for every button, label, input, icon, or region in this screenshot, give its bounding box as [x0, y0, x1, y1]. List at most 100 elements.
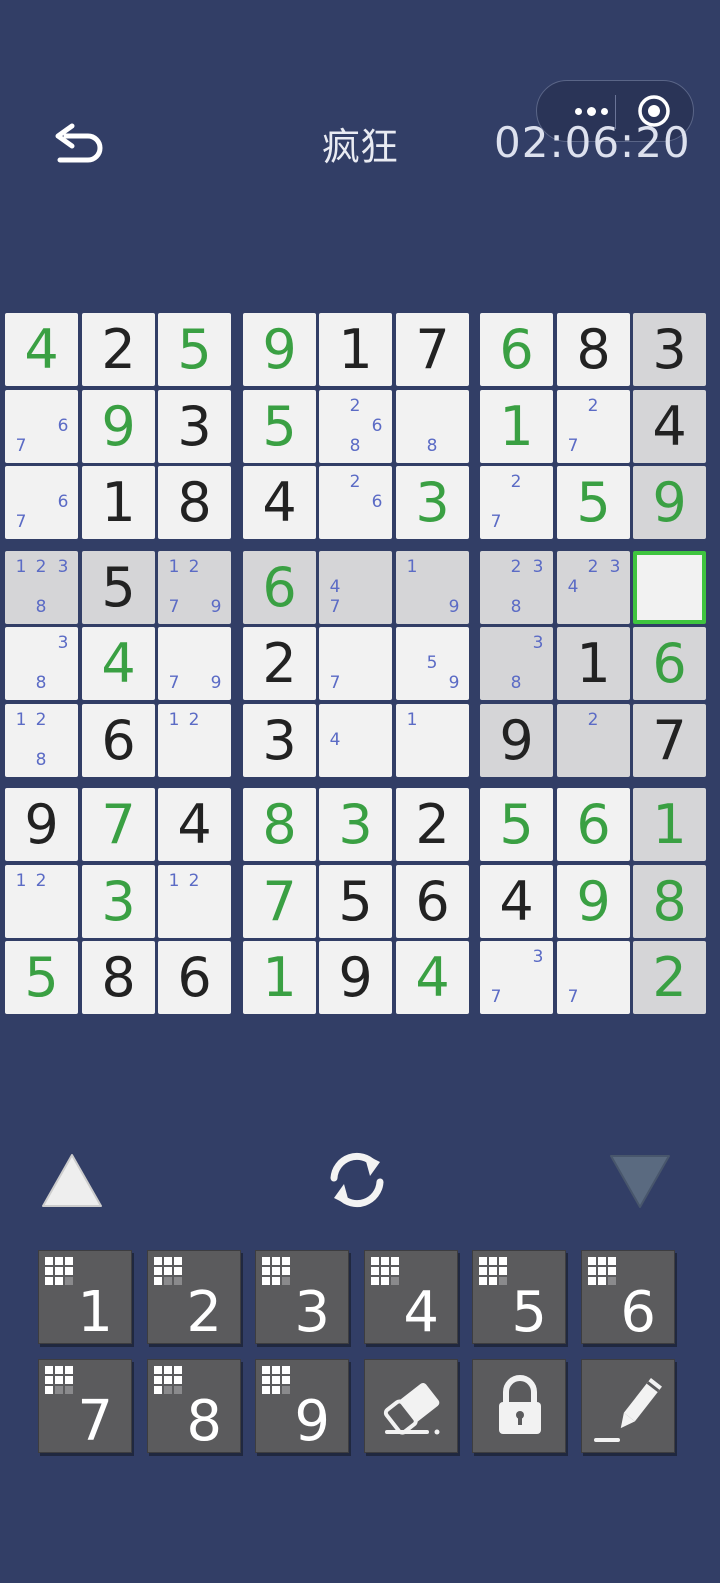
pencil-note: 7	[490, 987, 502, 1007]
sudoku-cell-r1c6[interactable]: 7	[396, 313, 469, 386]
sudoku-cell-r2c7[interactable]: 1	[480, 390, 553, 463]
sudoku-cell-r1c2[interactable]: 2	[82, 313, 155, 386]
sudoku-cell-r8c8[interactable]: 9	[557, 865, 630, 938]
refresh-icon[interactable]	[322, 1148, 392, 1212]
sudoku-cell-r1c7[interactable]: 6	[480, 313, 553, 386]
sudoku-cell-r5c7[interactable]: 38	[480, 627, 553, 700]
sudoku-cell-r7c5[interactable]: 3	[319, 788, 392, 861]
sudoku-cell-r1c3[interactable]: 5	[158, 313, 231, 386]
sudoku-cell-r9c4[interactable]: 1	[243, 941, 316, 1014]
sudoku-cell-r7c6[interactable]: 2	[396, 788, 469, 861]
eraser-button[interactable]	[364, 1359, 458, 1453]
digit-key-6[interactable]: 6	[581, 1250, 675, 1344]
digit-key-8[interactable]: 8	[147, 1359, 241, 1453]
sudoku-cell-r3c2[interactable]: 1	[82, 466, 155, 539]
sudoku-cell-r1c4[interactable]: 9	[243, 313, 316, 386]
sudoku-cell-r7c1[interactable]: 9	[5, 788, 78, 861]
sudoku-cell-r5c5[interactable]: 7	[319, 627, 392, 700]
triangle-up-icon[interactable]	[40, 1152, 104, 1210]
sudoku-cell-r3c1[interactable]: 67	[5, 466, 78, 539]
sudoku-cell-r2c8[interactable]: 27	[557, 390, 630, 463]
sudoku-cell-r9c6[interactable]: 4	[396, 941, 469, 1014]
pencil-button[interactable]	[581, 1359, 675, 1453]
sudoku-cell-r7c8[interactable]: 6	[557, 788, 630, 861]
sudoku-cell-r8c2[interactable]: 3	[82, 865, 155, 938]
sudoku-cell-r1c9[interactable]: 3	[633, 313, 706, 386]
sudoku-cell-r7c2[interactable]: 7	[82, 788, 155, 861]
sudoku-cell-r7c9[interactable]: 1	[633, 788, 706, 861]
sudoku-cell-r5c9[interactable]: 6	[633, 627, 706, 700]
sudoku-cell-r6c5[interactable]: 4	[319, 704, 392, 777]
sudoku-cell-r3c5[interactable]: 26	[319, 466, 392, 539]
sudoku-cell-r5c3[interactable]: 79	[158, 627, 231, 700]
sudoku-cell-r8c1[interactable]: 12	[5, 865, 78, 938]
sudoku-cell-r3c9[interactable]: 9	[633, 466, 706, 539]
sudoku-cell-r2c4[interactable]: 5	[243, 390, 316, 463]
sudoku-cell-r6c2[interactable]: 6	[82, 704, 155, 777]
sudoku-cell-r9c5[interactable]: 9	[319, 941, 392, 1014]
sudoku-cell-r5c1[interactable]: 38	[5, 627, 78, 700]
sudoku-cell-r8c7[interactable]: 4	[480, 865, 553, 938]
sudoku-cell-r5c2[interactable]: 4	[82, 627, 155, 700]
sudoku-cell-r5c8[interactable]: 1	[557, 627, 630, 700]
sudoku-cell-r2c9[interactable]: 4	[633, 390, 706, 463]
sudoku-cell-r9c1[interactable]: 5	[5, 941, 78, 1014]
sudoku-cell-r6c7[interactable]: 9	[480, 704, 553, 777]
sudoku-cell-r3c3[interactable]: 8	[158, 466, 231, 539]
sudoku-cell-r8c6[interactable]: 6	[396, 865, 469, 938]
sudoku-cell-r6c8[interactable]: 2	[557, 704, 630, 777]
sudoku-cell-r4c5[interactable]: 47	[319, 551, 392, 624]
sudoku-cell-r4c7[interactable]: 238	[480, 551, 553, 624]
sudoku-cell-r9c7[interactable]: 37	[480, 941, 553, 1014]
sudoku-cell-r4c8[interactable]: 234	[557, 551, 630, 624]
sudoku-cell-r2c6[interactable]: 8	[396, 390, 469, 463]
sudoku-cell-r4c2[interactable]: 5	[82, 551, 155, 624]
sudoku-cell-r7c7[interactable]: 5	[480, 788, 553, 861]
sudoku-cell-r9c3[interactable]: 6	[158, 941, 231, 1014]
sudoku-cell-r5c6[interactable]: 59	[396, 627, 469, 700]
digit-key-1[interactable]: 1	[38, 1250, 132, 1344]
sudoku-cell-r3c8[interactable]: 5	[557, 466, 630, 539]
digit-key-7[interactable]: 7	[38, 1359, 132, 1453]
sudoku-cell-r4c4[interactable]: 6	[243, 551, 316, 624]
sudoku-cell-r2c2[interactable]: 9	[82, 390, 155, 463]
sudoku-cell-r6c1[interactable]: 128	[5, 704, 78, 777]
sudoku-cell-r6c4[interactable]: 3	[243, 704, 316, 777]
sudoku-cell-r4c1[interactable]: 1238	[5, 551, 78, 624]
sudoku-cell-r6c3[interactable]: 12	[158, 704, 231, 777]
sudoku-cell-r4c3[interactable]: 1279	[158, 551, 231, 624]
sudoku-cell-r1c1[interactable]: 4	[5, 313, 78, 386]
sudoku-cell-r8c9[interactable]: 8	[633, 865, 706, 938]
digit-key-2[interactable]: 2	[147, 1250, 241, 1344]
sudoku-cell-r9c9[interactable]: 2	[633, 941, 706, 1014]
sudoku-cell-r6c9[interactable]: 7	[633, 704, 706, 777]
sudoku-cell-r8c4[interactable]: 7	[243, 865, 316, 938]
sudoku-cell-r4c9[interactable]	[633, 551, 706, 624]
sudoku-cell-r9c2[interactable]: 8	[82, 941, 155, 1014]
sudoku-cell-r1c5[interactable]: 1	[319, 313, 392, 386]
sudoku-cell-r8c3[interactable]: 12	[158, 865, 231, 938]
triangle-down-icon[interactable]	[608, 1152, 672, 1210]
digit-key-4[interactable]: 4	[364, 1250, 458, 1344]
back-icon[interactable]	[52, 120, 108, 170]
sudoku-cell-r2c3[interactable]: 3	[158, 390, 231, 463]
digit-key-5[interactable]: 5	[472, 1250, 566, 1344]
sudoku-cell-r3c7[interactable]: 27	[480, 466, 553, 539]
sudoku-cell-r4c6[interactable]: 19	[396, 551, 469, 624]
sudoku-cell-r5c4[interactable]: 2	[243, 627, 316, 700]
digit-key-3[interactable]: 3	[255, 1250, 349, 1344]
sudoku-cell-r8c5[interactable]: 5	[319, 865, 392, 938]
sudoku-cell-r2c1[interactable]: 67	[5, 390, 78, 463]
sudoku-cell-r9c8[interactable]: 7	[557, 941, 630, 1014]
sudoku-cell-r7c3[interactable]: 4	[158, 788, 231, 861]
sudoku-cell-r3c6[interactable]: 3	[396, 466, 469, 539]
sudoku-cell-r6c6[interactable]: 1	[396, 704, 469, 777]
lock-button[interactable]	[472, 1359, 566, 1453]
sudoku-cell-r2c5[interactable]: 268	[319, 390, 392, 463]
digit-key-9[interactable]: 9	[255, 1359, 349, 1453]
pencil-note: 2	[587, 396, 599, 416]
pencil-note: 2	[510, 557, 522, 577]
sudoku-cell-r3c4[interactable]: 4	[243, 466, 316, 539]
sudoku-cell-r7c4[interactable]: 8	[243, 788, 316, 861]
sudoku-cell-r1c8[interactable]: 8	[557, 313, 630, 386]
